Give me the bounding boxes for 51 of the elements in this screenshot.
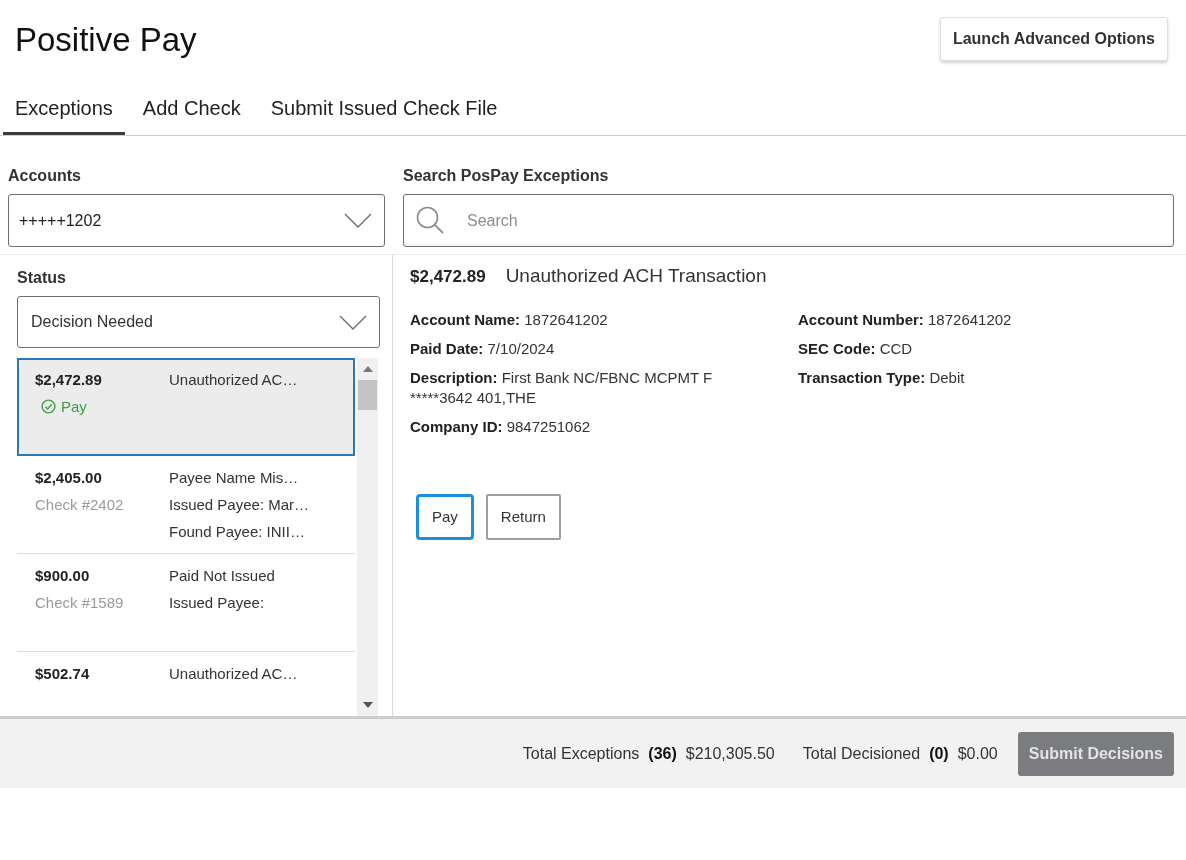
scrollbar[interactable]: [357, 358, 378, 716]
scroll-down-icon[interactable]: [362, 702, 373, 708]
detail-field: Account Number: 1872641202: [798, 310, 1012, 330]
accounts-dropdown[interactable]: +++++1202: [8, 194, 385, 247]
chevron-down-icon: [344, 213, 372, 228]
decision-button[interactable]: Return: [485, 494, 561, 540]
scrollbar-thumb[interactable]: [358, 380, 377, 410]
search-icon: [416, 206, 444, 234]
check-circle-icon: [41, 399, 56, 414]
exception-text: Unauthorized AC…: [169, 370, 298, 390]
check-number: Check #2402: [35, 495, 124, 515]
exception-text: Issued Payee:: [169, 593, 265, 613]
tab[interactable]: Add Check: [130, 83, 253, 135]
check-number: Check #1589: [35, 593, 124, 613]
exception-text: Unauthorized AC…: [169, 664, 298, 684]
field-label: Search PosPay Exceptions: [403, 166, 610, 186]
decision-status: Pay: [61, 397, 87, 417]
tab[interactable]: Exceptions: [3, 83, 125, 135]
exception-amount: $502.74: [35, 664, 90, 684]
exception-amount: $900.00: [35, 566, 90, 586]
tab[interactable]: Submit Issued Check File: [258, 83, 510, 135]
total-label: Total Decisioned: [802, 743, 921, 764]
total-label: Total Exceptions: [522, 743, 640, 764]
launch-advanced-options-button[interactable]: Launch Advanced Options: [939, 17, 1168, 61]
chevron-down-icon: [339, 314, 367, 330]
exception-amount: $2,472.89: [35, 370, 102, 390]
detail-field: Paid Date: 7/10/2024: [410, 339, 555, 359]
detail-field: SEC Code: CCD: [798, 339, 913, 359]
exception-amount: $2,405.00: [35, 468, 102, 488]
exception-text: Payee Name Mis…: [169, 468, 299, 488]
page-title: Positive Pay: [15, 20, 197, 60]
detail-field: Description: First Bank NC/FBNC MCPMT F *****3642 401,THE: [410, 368, 730, 408]
exception-text: Paid Not Issued: [169, 566, 275, 586]
total-amount: $210,305.50: [685, 743, 775, 764]
detail-field: Company ID: 9847251062: [410, 417, 591, 437]
exception-list-item[interactable]: $2,472.89 Pay Unauthorized AC…: [17, 358, 355, 456]
search-field[interactable]: Search: [403, 194, 1174, 247]
detail-field: Account Name: 1872641202: [410, 310, 608, 330]
detail-amount: $2,472.89: [410, 266, 486, 288]
status-dropdown[interactable]: Decision Needed: [17, 296, 380, 348]
detail-field: Transaction Type: Debit: [798, 368, 965, 388]
decision-button[interactable]: Pay: [416, 494, 474, 540]
field-label: Status: [17, 268, 67, 288]
total-amount: $0.00: [957, 743, 998, 764]
exception-text: Found Payee: INII…: [169, 522, 305, 542]
detail-title: Unauthorized ACH Transaction: [505, 264, 767, 288]
total-count: (0): [929, 743, 949, 764]
total-count: (36): [648, 743, 677, 764]
field-label: Accounts: [8, 166, 82, 186]
exception-text: Issued Payee: Mar…: [169, 495, 310, 515]
scroll-up-icon[interactable]: [362, 366, 373, 372]
